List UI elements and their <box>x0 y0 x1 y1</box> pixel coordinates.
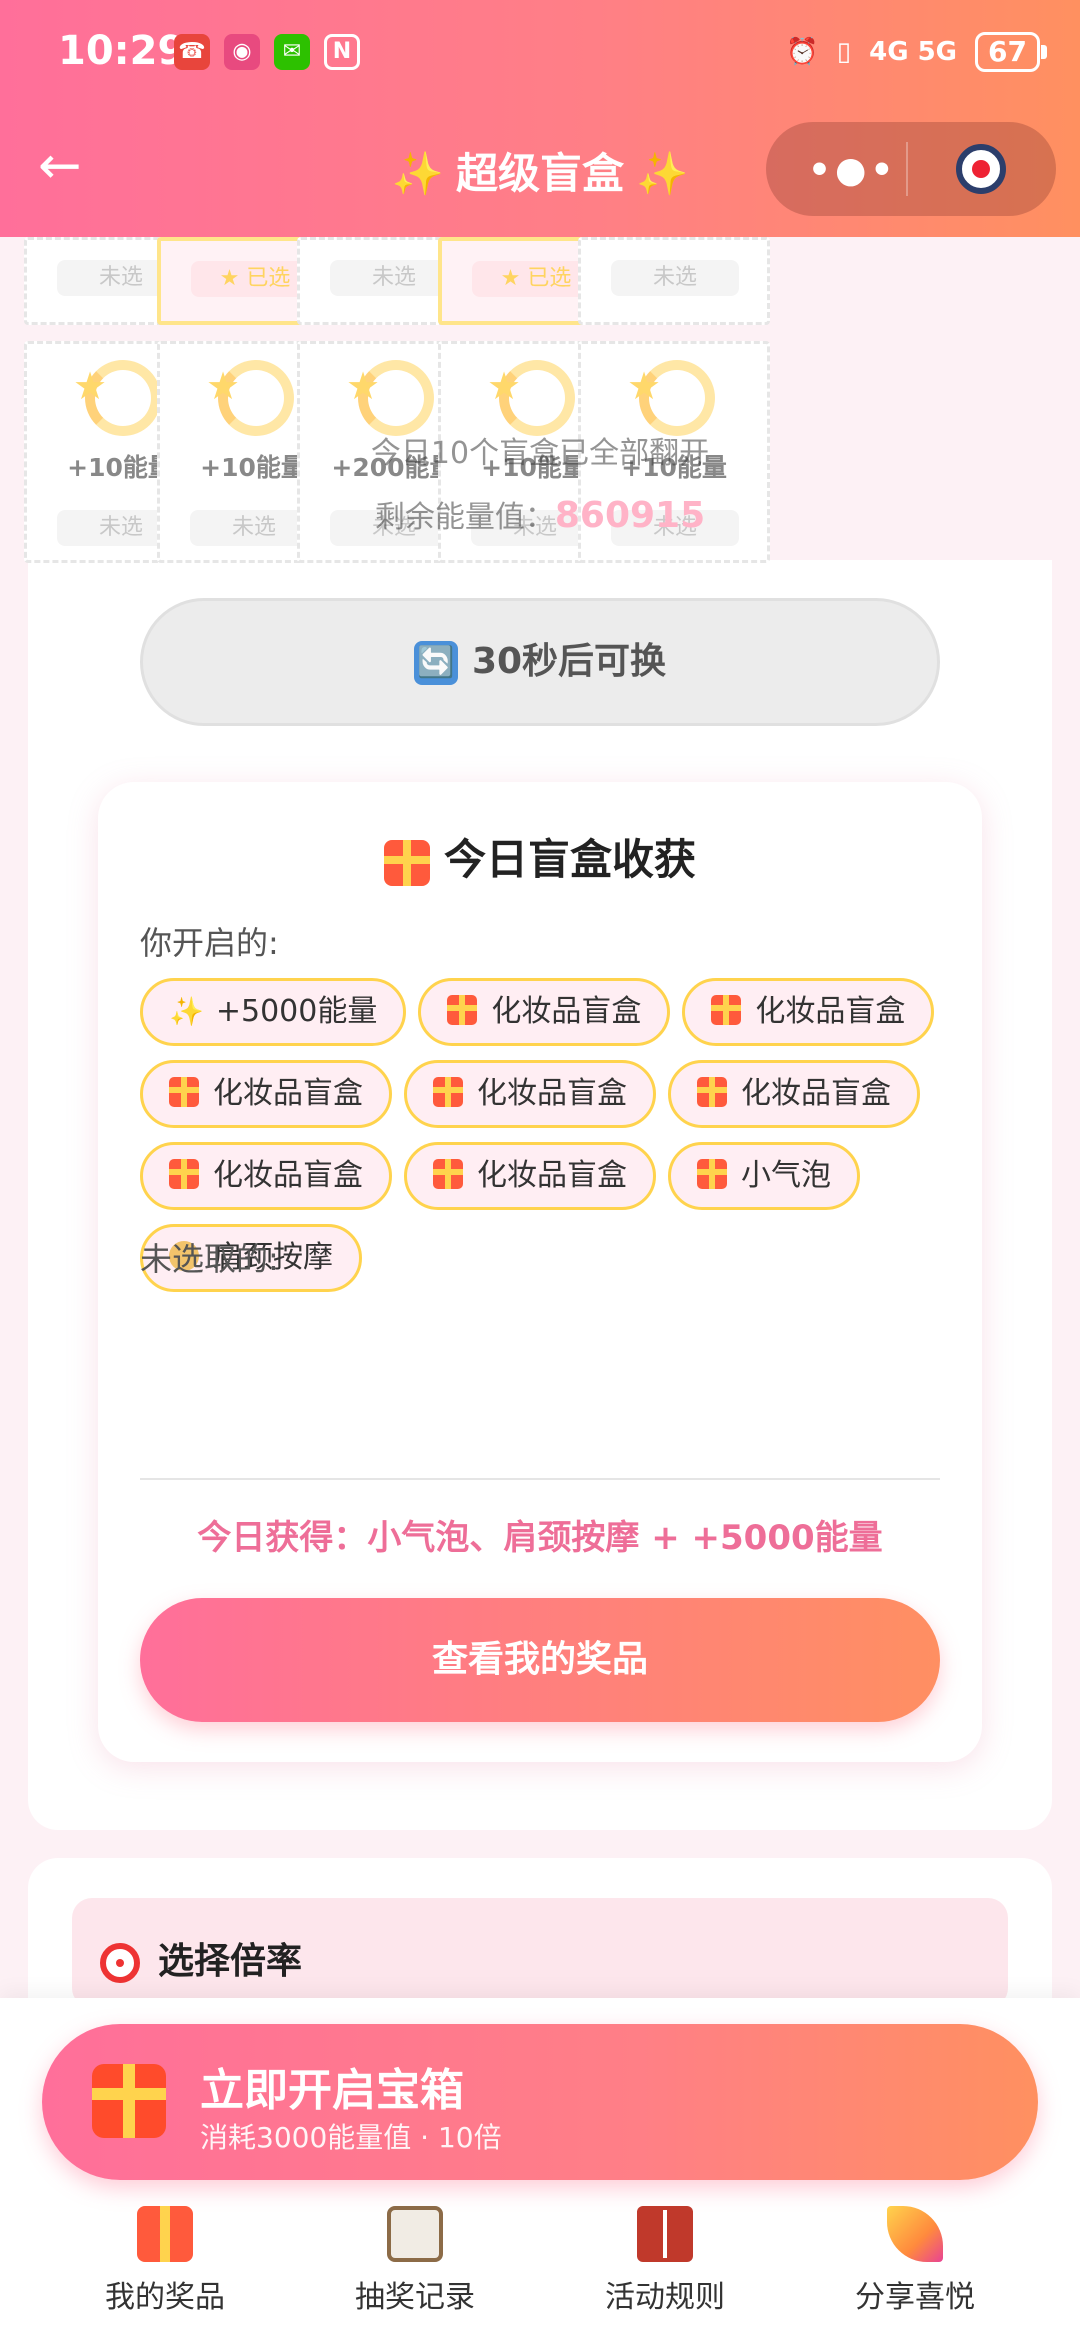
today-summary: 今日获得：小气泡、肩颈按摩 + +5000能量 <box>197 1518 883 1558</box>
prize-chip-text: 化妆品盲盒 <box>741 1076 891 1111</box>
vibrate-icon: ▯ <box>836 37 852 67</box>
mini-program-capsule: •●• <box>766 122 1056 216</box>
prize-chip: 化妆品盲盒 <box>140 1142 392 1210</box>
refresh-icon: 🔄 <box>413 641 458 685</box>
gift-icon <box>92 2064 166 2138</box>
party-popper-icon <box>887 2206 943 2262</box>
multiplier-title-text: 选择倍率 <box>158 1941 303 1982</box>
prize-chip: 小气泡 <box>668 1142 860 1210</box>
sparkle-icon: ✨ <box>391 149 444 198</box>
bottom-nav: 我的奖品 抽奖记录 活动规则 分享喜悦 <box>0 2206 1080 2340</box>
status-right: ⏰ ▯ 4G 5G 67 <box>786 32 1047 72</box>
prize-chip: 化妆品盲盒 <box>404 1142 656 1210</box>
clipboard-icon <box>387 2206 443 2262</box>
all-opened-notice: 今日10个盲盒已全部翻开 <box>370 436 710 471</box>
nav-label: 活动规则 <box>605 2280 725 2315</box>
prize-chip-text: 化妆品盲盒 <box>491 994 642 1029</box>
remaining-energy-value: 860915 <box>554 495 706 536</box>
prize-chip-text: +5000能量 <box>215 994 378 1029</box>
prize-chip-text: 化妆品盲盒 <box>477 1158 627 1193</box>
gift-icon <box>137 2206 193 2262</box>
dart-target-icon <box>100 1943 140 1983</box>
gift-icon <box>433 1077 463 1107</box>
nfc-icon: N <box>324 34 360 70</box>
battery-icon: 67 <box>975 32 1047 72</box>
alarm-icon: ⏰ <box>786 37 819 67</box>
nav-label: 抽奖记录 <box>355 2280 475 2315</box>
gift-icon <box>433 1159 463 1189</box>
battery-level: 67 <box>988 35 1027 68</box>
prize-chip: 化妆品盲盒 <box>682 978 935 1046</box>
energy-coin-icon <box>346 360 434 436</box>
close-target-button[interactable] <box>956 144 1006 194</box>
more-menu-button[interactable]: •●• <box>808 150 897 191</box>
multiplier-title: 选择倍率 <box>100 1932 302 1984</box>
open-treasure-button[interactable]: 立即开启宝箱 消耗3000能量值 · 10倍 <box>42 2024 1038 2180</box>
harvest-title-text: 今日盲盒收获 <box>443 835 696 884</box>
status-bar: 10:29 ☎ ◉ ✉ N ⏰ ▯ 4G 5G 67 <box>0 22 1080 82</box>
blind-box-cell[interactable]: 未选 <box>578 237 770 325</box>
notification-icons: ☎ ◉ ✉ N <box>174 34 360 70</box>
cell-status: 未选 <box>611 260 739 296</box>
energy-coin-icon <box>627 360 715 436</box>
prize-chip: 化妆品盲盒 <box>140 1060 392 1128</box>
nav-label: 我的奖品 <box>105 2280 225 2315</box>
nav-item-my-prizes[interactable]: 我的奖品 <box>40 2206 290 2316</box>
prize-chip-text: 化妆品盲盒 <box>477 1076 627 1111</box>
prize-chip: ✨ +5000能量 <box>140 978 407 1046</box>
network-signal: 4G 5G <box>869 37 958 67</box>
open-treasure-cost: 消耗3000能量值 · 10倍 <box>200 2121 502 2154</box>
nav-item-rules[interactable]: 活动规则 <box>540 2206 790 2316</box>
gift-icon <box>383 839 430 886</box>
swap-countdown-button[interactable]: 🔄 30秒后可换 <box>140 598 940 726</box>
remaining-energy-label: 剩余能量值： <box>374 500 555 535</box>
opened-label: 你开启的: <box>140 924 279 962</box>
status-time: 10:29 <box>58 28 186 74</box>
view-my-prizes-button[interactable]: 查看我的奖品 <box>140 1598 940 1722</box>
prize-chip: 化妆品盲盒 <box>404 1060 656 1128</box>
prize-chip-text: 化妆品盲盒 <box>755 994 906 1029</box>
prize-chip-text: 小气泡 <box>741 1158 831 1193</box>
sparkle-icon: ✨ <box>636 149 689 198</box>
gift-icon <box>169 1077 199 1107</box>
gift-icon <box>697 1077 727 1107</box>
sparkle-icon: ✨ <box>169 995 204 1028</box>
open-treasure-title: 立即开启宝箱 <box>200 2065 464 2116</box>
remaining-energy: 剩余能量值：860915 <box>0 492 1080 536</box>
nav-item-share[interactable]: 分享喜悦 <box>790 2206 1040 2316</box>
energy-coin-icon <box>73 360 161 436</box>
gift-icon <box>711 995 742 1025</box>
app-notification-icon: ☎ <box>174 34 210 70</box>
wechat-icon: ✉ <box>274 34 310 70</box>
app-header: 10:29 ☎ ◉ ✉ N ⏰ ▯ 4G 5G 67 ← ✨ 超级盲盒 ✨ •●• <box>0 0 1080 237</box>
energy-coin-icon <box>206 360 294 436</box>
capsule-divider <box>906 142 908 196</box>
swap-button-label: 30秒后可换 <box>471 641 667 682</box>
harvest-title: 今日盲盒收获 <box>98 826 982 887</box>
prize-chip: 化妆品盲盒 <box>418 978 671 1046</box>
energy-coin-icon <box>487 360 575 436</box>
prize-chip-text: 化妆品盲盒 <box>213 1158 363 1193</box>
prize-chip: 化妆品盲盒 <box>668 1060 920 1128</box>
app-notification-icon: ◉ <box>224 34 260 70</box>
unselected-label: 未选取的: <box>140 1240 279 1278</box>
gift-icon <box>169 1159 199 1189</box>
gift-icon <box>697 1159 727 1189</box>
prize-chip-text: 化妆品盲盒 <box>213 1076 363 1111</box>
gift-icon <box>447 995 478 1025</box>
page-title-text: 超级盲盒 <box>455 149 624 198</box>
nav-item-draw-records[interactable]: 抽奖记录 <box>290 2206 540 2316</box>
divider <box>140 1478 940 1480</box>
nav-label: 分享喜悦 <box>855 2280 975 2315</box>
book-icon <box>637 2206 693 2262</box>
today-harvest-card: 今日盲盒收获 你开启的: ✨ +5000能量 化妆品盲盒 化妆品盲盒 化妆品盲盒 … <box>98 782 982 1762</box>
